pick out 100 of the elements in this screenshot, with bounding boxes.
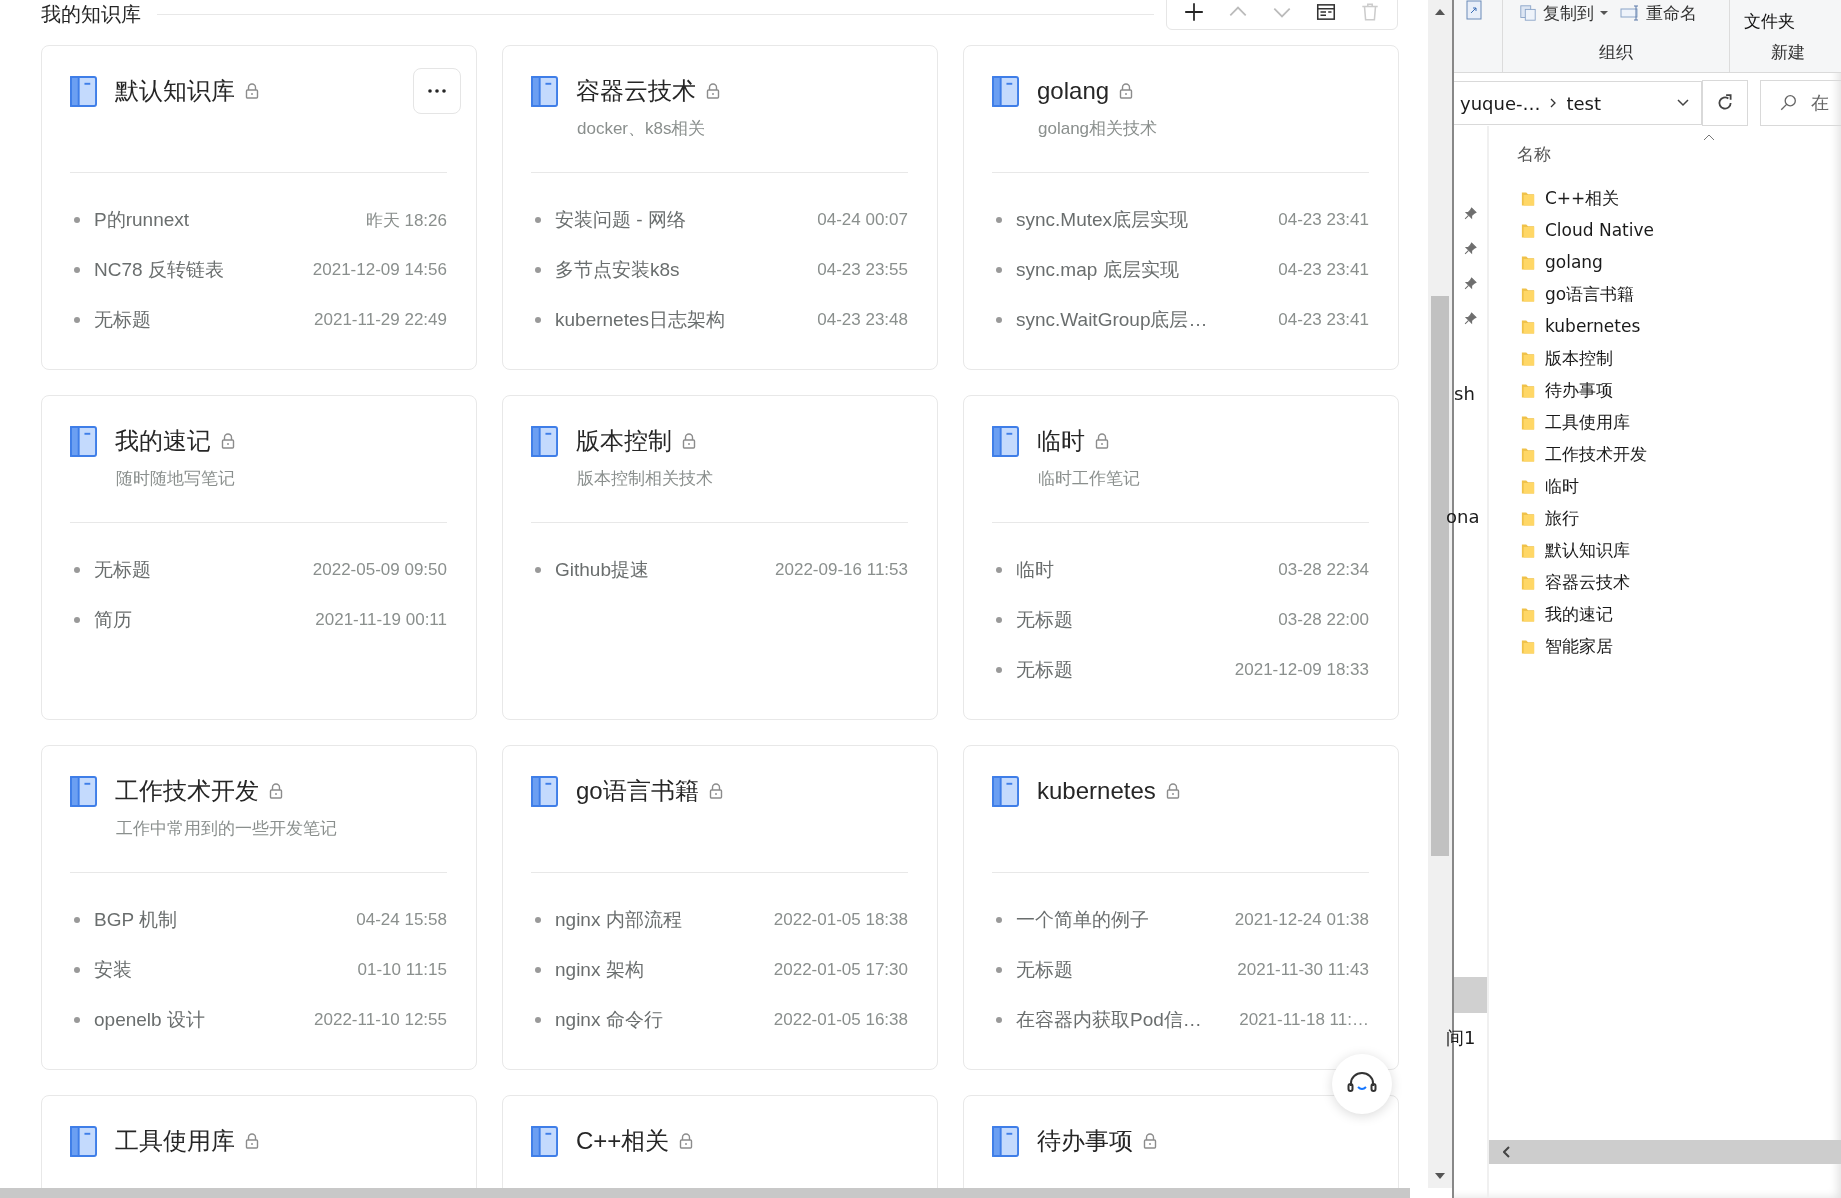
folder-item[interactable]: Cloud Native [1489,214,1841,246]
book-icon [992,775,1019,807]
folder-item[interactable]: 容器云技术 [1489,566,1841,598]
doc-link[interactable]: sync.map 底层实现 [1016,257,1279,283]
plus-icon[interactable] [1183,1,1205,23]
doc-time: 03-28 22:00 [1278,610,1369,630]
bullet-icon [74,967,80,973]
library-title[interactable]: C++相关 [576,1125,670,1157]
trash-icon[interactable] [1359,1,1381,23]
bullet-icon [535,917,541,923]
support-button[interactable] [1332,1054,1392,1114]
folder-item[interactable]: 工作技术开发 [1489,438,1841,470]
library-title[interactable]: 版本控制 [576,425,672,457]
book-icon [992,1125,1019,1157]
more-button[interactable] [413,68,461,114]
copy-icon [1517,4,1539,22]
scrollbar-thumb[interactable] [1431,296,1449,856]
library-title[interactable]: kubernetes [1037,777,1156,805]
library-description: 随时随地写笔记 [116,469,235,488]
folder-icon [1521,189,1535,207]
new-folder-button[interactable]: 文件夹 [1738,8,1801,34]
doc-link[interactable]: sync.WaitGroup底层… [1016,307,1279,333]
doc-link[interactable]: 多节点安装k8s [555,257,818,283]
library-card[interactable]: golang golang相关技术 sync.Mutex底层实现 04-23 23:41 sync.map 底层实现 04-23 23:41 sync.WaitGroup底层… 04-23 23:41 [963,45,1399,370]
bullet-icon [996,917,1002,923]
nav-item[interactable]: 间1 [1446,1026,1476,1050]
doc-link[interactable]: 无标题 [1016,607,1279,633]
book-icon [531,425,558,457]
doc-time: 04-23 23:55 [817,260,908,280]
doc-link[interactable]: Github提速 [555,557,776,583]
doc-link[interactable]: 一个简单的例子 [1016,907,1235,933]
horizontal-scrollbar[interactable] [0,1188,1410,1198]
doc-link[interactable]: 无标题 [94,557,313,583]
doc-link[interactable]: 无标题 [1016,657,1235,683]
doc-link[interactable]: 在容器内获取Pod信… [1016,1007,1240,1033]
folder-item[interactable]: 我的速记 [1489,598,1841,630]
library-card[interactable]: 容器云技术 docker、k8s相关 安装问题 - 网络 04-24 00:07 多节点安装k8s 04-23 23:55 kubernetes日志架构 04-23 23:48 [502,45,938,370]
library-description: docker、k8s相关 [577,119,706,138]
library-title[interactable]: 容器云技术 [576,75,696,107]
folder-item[interactable]: 版本控制 [1489,342,1841,374]
lock-icon [1143,1133,1157,1149]
column-header[interactable]: 名称 [1517,142,1551,166]
copy-to-button[interactable]: 复制到 [1511,0,1614,26]
library-title[interactable]: 工作技术开发 [115,775,259,807]
library-card[interactable]: go语言书籍 nginx 内部流程 2022-01-05 18:38 nginx 架构 2022-01-05 17:30 nginx 命令行 2022-01-05 16:38 [502,745,938,1070]
folder-item[interactable]: 旅行 [1489,502,1841,534]
folder-item[interactable]: C++相关 [1489,182,1841,214]
doc-link[interactable]: 无标题 [94,307,315,333]
doc-time: 03-28 22:34 [1278,560,1369,580]
folder-item[interactable]: 临时 [1489,470,1841,502]
doc-time: 2021-12-09 18:33 [1234,660,1369,680]
library-card[interactable]: 工作技术开发 工作中常用到的一些开发笔记 BGP 机制 04-24 15:58 安装 01-10 11:15 openelb 设计 2022-11-10 12:55 [41,745,477,1070]
library-title[interactable]: 我的速记 [115,425,211,457]
layout-icon[interactable] [1315,1,1337,23]
scroll-up-icon[interactable] [1435,9,1445,15]
library-title[interactable]: 工具使用库 [115,1125,235,1157]
section-title: 我的知识库 [41,1,141,27]
library-card[interactable]: 我的速记 随时随地写笔记 无标题 2022-05-09 09:50 简历 2021-11-19 00:11 [41,395,477,720]
doc-link[interactable]: NC78 反转链表 [94,257,313,283]
doc-link[interactable]: sync.Mutex底层实现 [1016,207,1279,233]
nav-item[interactable]: ona [1446,506,1480,527]
library-title[interactable]: go语言书籍 [576,775,699,807]
library-card[interactable]: 默认知识库 P的runnext 昨天 18:26 NC78 反转链表 2021-12-09 14:56 无标题 2021-11-29 22:49 [41,45,477,370]
library-card[interactable]: 临时 临时工作笔记 临时 03-28 22:34 无标题 03-28 22:00 无标题 2021-12-09 18:33 [963,395,1399,720]
doc-link[interactable]: 临时 [1016,557,1279,583]
library-title[interactable]: 默认知识库 [115,75,235,107]
library-title[interactable]: golang [1037,77,1110,105]
folder-item[interactable]: 默认知识库 [1489,534,1841,566]
doc-link[interactable]: nginx 内部流程 [555,907,774,933]
refresh-button[interactable] [1702,80,1748,126]
doc-link[interactable]: nginx 架构 [555,957,774,983]
folder-item[interactable]: go语言书籍 [1489,278,1841,310]
doc-link[interactable]: 安装问题 - 网络 [555,207,818,233]
rename-button[interactable]: 重命名 [1614,0,1703,26]
lock-icon [1165,783,1180,799]
address-bar[interactable]: yuque-… test [1454,81,1702,125]
horizontal-scrollbar[interactable] [1489,1140,1841,1164]
folder-icon [1521,285,1535,303]
folder-icon [1521,509,1535,527]
scroll-down-icon[interactable] [1435,1173,1445,1179]
library-card[interactable]: 版本控制 版本控制相关技术 Github提速 2022-09-16 11:53 [502,395,938,720]
dropdown-icon[interactable] [1677,99,1689,107]
doc-link[interactable]: kubernetes日志架构 [555,307,818,333]
search-field[interactable]: 在 [1760,80,1841,126]
folder-item[interactable]: 工具使用库 [1489,406,1841,438]
library-title[interactable]: 临时 [1037,425,1085,457]
folder-item[interactable]: 智能家居 [1489,630,1841,662]
folder-item[interactable]: 待办事项 [1489,374,1841,406]
doc-link[interactable]: 安装 [94,957,358,983]
selected-nav-row[interactable] [1454,977,1487,1013]
doc-link[interactable]: P的runnext [94,207,366,233]
folder-item[interactable]: kubernetes [1489,310,1841,342]
doc-link[interactable]: nginx 命令行 [555,1007,774,1033]
doc-link[interactable]: openelb 设计 [94,1007,315,1033]
doc-link[interactable]: BGP 机制 [94,907,357,933]
nav-item[interactable]: sh [1454,383,1475,404]
doc-link[interactable]: 简历 [94,607,316,633]
library-title[interactable]: 待办事项 [1037,1125,1133,1157]
doc-link[interactable]: 无标题 [1016,957,1238,983]
folder-item[interactable]: golang [1489,246,1841,278]
